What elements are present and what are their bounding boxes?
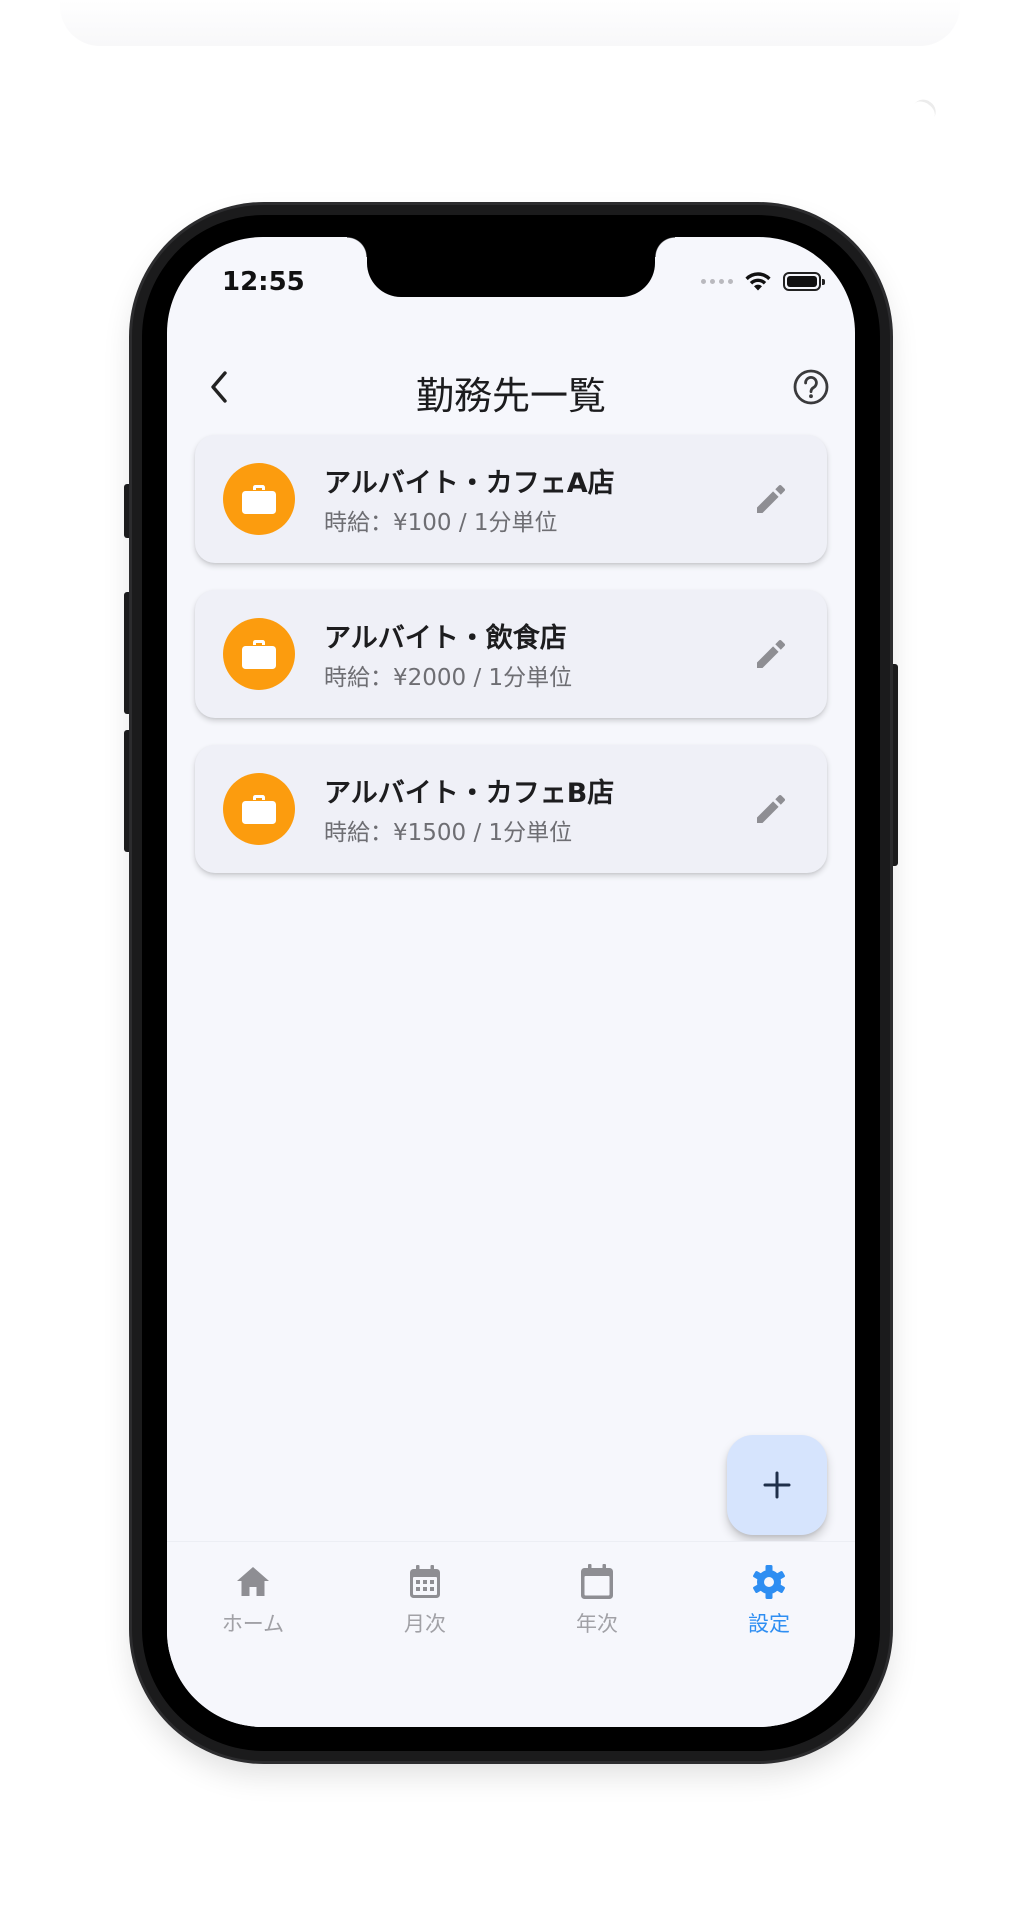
pencil-icon [757,639,786,668]
add-workplace-button[interactable] [727,1435,827,1535]
workplace-avatar [223,773,295,845]
workplace-name: アルバイト・カフェA店 [324,468,615,499]
pencil-icon [757,794,786,823]
corner-mark [907,95,941,127]
bottom-navigation: ホーム 月次 年次 設定 [167,1541,855,1727]
notch [347,237,675,297]
home-icon [237,1567,269,1596]
workplace-name: アルバイト・飲食店 [324,623,567,654]
status-indicators [701,269,825,293]
nav-item-home[interactable]: ホーム [167,1556,339,1656]
app-bar: 勤務先一覧 [167,347,855,427]
nav-item-monthly[interactable]: 月次 [339,1556,511,1656]
gear-icon [753,1565,785,1599]
workplace-avatar [223,618,295,690]
edit-button[interactable] [745,473,797,525]
workplace-card[interactable]: アルバイト・カフェB店 時給：¥1500 / 1分単位 [195,745,827,873]
nav-label: ホーム [221,1612,285,1636]
wifi-icon [745,272,771,291]
briefcase-icon [242,640,276,669]
pencil-icon [757,484,786,513]
workplace-card[interactable]: アルバイト・カフェA店 時給：¥100 / 1分単位 [195,435,827,563]
workplace-wage: 時給：¥1500 / 1分単位 [324,820,573,846]
workplace-name: アルバイト・カフェB店 [324,778,615,809]
app-screen: 12:55 勤務先一覧 アルバイト・カフェA店 時給：¥100 / 1分単位 ア… [167,237,855,1727]
nav-item-yearly[interactable]: 年次 [511,1556,683,1656]
battery-icon [783,271,825,291]
help-icon [793,369,829,405]
help-button[interactable] [787,363,835,411]
edit-button[interactable] [745,628,797,680]
workplace-wage: 時給：¥2000 / 1分単位 [324,665,573,691]
nav-label: 年次 [576,1612,618,1636]
page: 12:55 勤務先一覧 アルバイト・カフェA店 時給：¥100 / 1分単位 ア… [0,0,1018,1906]
nav-item-settings[interactable]: 設定 [683,1556,855,1656]
workplace-wage: 時給：¥100 / 1分単位 [324,510,558,536]
workplace-list: アルバイト・カフェA店 時給：¥100 / 1分単位 アルバイト・飲食店 時給：… [195,435,827,900]
edit-button[interactable] [745,783,797,835]
workplace-avatar [223,463,295,535]
status-time: 12:55 [222,267,305,297]
workplace-card[interactable]: アルバイト・飲食店 時給：¥2000 / 1分単位 [195,590,827,718]
cellular-signal-icon [701,278,733,284]
plus-icon [763,1471,791,1499]
page-title: 勤務先一覧 [415,374,606,418]
calendar-icon [581,1564,613,1599]
nav-label: 設定 [748,1612,790,1636]
briefcase-icon [242,795,276,824]
calendar-month-icon [410,1565,440,1598]
briefcase-icon [242,485,276,514]
top-shadow [60,0,960,46]
nav-label: 月次 [404,1612,446,1636]
